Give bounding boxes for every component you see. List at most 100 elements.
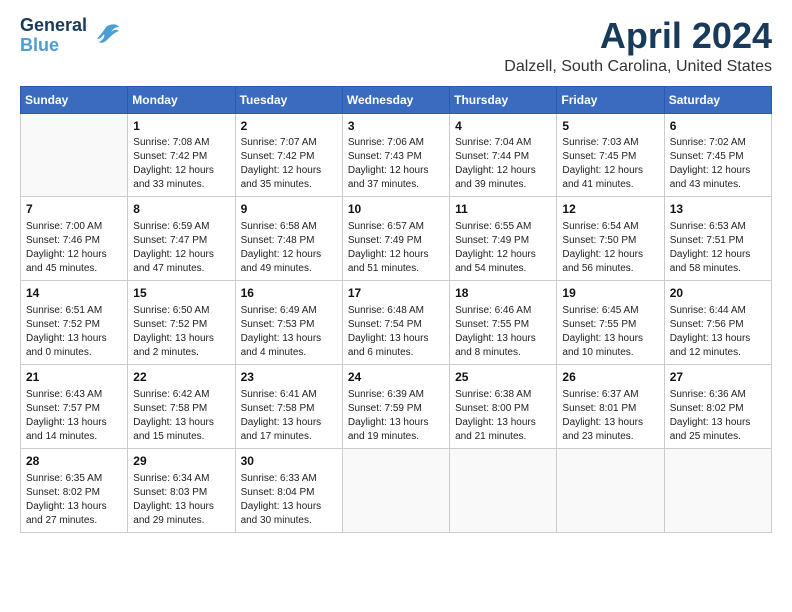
- cell-info: Sunset: 7:57 PM: [26, 402, 122, 416]
- cell-info: Sunset: 8:01 PM: [562, 402, 658, 416]
- calendar-cell: 11Sunrise: 6:55 AMSunset: 7:49 PMDayligh…: [450, 197, 557, 281]
- day-number: 30: [241, 453, 337, 470]
- cell-info: Sunset: 7:49 PM: [348, 234, 444, 248]
- header-col-thursday: Thursday: [450, 86, 557, 113]
- cell-info: Daylight: 13 hours: [562, 332, 658, 346]
- day-number: 7: [26, 201, 122, 218]
- cell-info: Daylight: 13 hours: [133, 500, 229, 514]
- cell-info: Sunset: 7:42 PM: [241, 150, 337, 164]
- calendar-header: SundayMondayTuesdayWednesdayThursdayFrid…: [21, 86, 772, 113]
- calendar-week-2: 14Sunrise: 6:51 AMSunset: 7:52 PMDayligh…: [21, 281, 772, 365]
- cell-info: and 43 minutes.: [670, 178, 766, 192]
- day-number: 24: [348, 369, 444, 386]
- cell-info: and 0 minutes.: [26, 346, 122, 360]
- cell-info: Sunrise: 6:34 AM: [133, 472, 229, 486]
- cell-info: Sunset: 7:52 PM: [133, 318, 229, 332]
- cell-info: and 33 minutes.: [133, 178, 229, 192]
- cell-info: Sunrise: 6:54 AM: [562, 220, 658, 234]
- logo: General Blue: [20, 16, 121, 56]
- calendar-week-3: 21Sunrise: 6:43 AMSunset: 7:57 PMDayligh…: [21, 364, 772, 448]
- cell-info: Daylight: 12 hours: [670, 248, 766, 262]
- header: General Blue April 2024 Dalzell, South C…: [20, 16, 772, 76]
- day-number: 4: [455, 118, 551, 135]
- cell-info: and 21 minutes.: [455, 430, 551, 444]
- cell-info: Sunrise: 6:46 AM: [455, 304, 551, 318]
- calendar-cell: 8Sunrise: 6:59 AMSunset: 7:47 PMDaylight…: [128, 197, 235, 281]
- cell-info: Sunrise: 7:06 AM: [348, 136, 444, 150]
- calendar-cell: 16Sunrise: 6:49 AMSunset: 7:53 PMDayligh…: [235, 281, 342, 365]
- cell-info: Daylight: 12 hours: [562, 248, 658, 262]
- calendar-cell: 10Sunrise: 6:57 AMSunset: 7:49 PMDayligh…: [342, 197, 449, 281]
- calendar-cell: 26Sunrise: 6:37 AMSunset: 8:01 PMDayligh…: [557, 364, 664, 448]
- calendar-week-0: 1Sunrise: 7:08 AMSunset: 7:42 PMDaylight…: [21, 113, 772, 197]
- location-subtitle: Dalzell, South Carolina, United States: [504, 58, 772, 76]
- calendar-cell: 7Sunrise: 7:00 AMSunset: 7:46 PMDaylight…: [21, 197, 128, 281]
- cell-info: Sunset: 8:03 PM: [133, 486, 229, 500]
- day-number: 8: [133, 201, 229, 218]
- cell-info: Sunset: 7:45 PM: [562, 150, 658, 164]
- cell-info: Sunrise: 7:02 AM: [670, 136, 766, 150]
- cell-info: and 58 minutes.: [670, 262, 766, 276]
- day-number: 18: [455, 285, 551, 302]
- cell-info: Sunrise: 6:44 AM: [670, 304, 766, 318]
- day-number: 19: [562, 285, 658, 302]
- cell-info: Sunset: 7:55 PM: [562, 318, 658, 332]
- cell-info: Sunset: 7:53 PM: [241, 318, 337, 332]
- calendar-cell: 17Sunrise: 6:48 AMSunset: 7:54 PMDayligh…: [342, 281, 449, 365]
- cell-info: and 27 minutes.: [26, 514, 122, 528]
- cell-info: Daylight: 13 hours: [670, 332, 766, 346]
- cell-info: Daylight: 13 hours: [348, 332, 444, 346]
- day-number: 10: [348, 201, 444, 218]
- day-number: 17: [348, 285, 444, 302]
- calendar-cell: 1Sunrise: 7:08 AMSunset: 7:42 PMDaylight…: [128, 113, 235, 197]
- cell-info: Daylight: 12 hours: [26, 248, 122, 262]
- cell-info: Daylight: 13 hours: [26, 416, 122, 430]
- cell-info: Sunrise: 6:48 AM: [348, 304, 444, 318]
- cell-info: Sunrise: 7:04 AM: [455, 136, 551, 150]
- calendar-cell: [21, 113, 128, 197]
- calendar-week-1: 7Sunrise: 7:00 AMSunset: 7:46 PMDaylight…: [21, 197, 772, 281]
- calendar-cell: [664, 448, 771, 532]
- calendar-cell: 15Sunrise: 6:50 AMSunset: 7:52 PMDayligh…: [128, 281, 235, 365]
- cell-info: Daylight: 12 hours: [348, 164, 444, 178]
- cell-info: Sunrise: 6:55 AM: [455, 220, 551, 234]
- calendar-cell: [450, 448, 557, 532]
- cell-info: Sunrise: 6:39 AM: [348, 388, 444, 402]
- cell-info: and 41 minutes.: [562, 178, 658, 192]
- cell-info: Daylight: 12 hours: [133, 248, 229, 262]
- cell-info: and 14 minutes.: [26, 430, 122, 444]
- cell-info: Daylight: 13 hours: [26, 500, 122, 514]
- cell-info: Sunset: 7:44 PM: [455, 150, 551, 164]
- calendar-cell: 21Sunrise: 6:43 AMSunset: 7:57 PMDayligh…: [21, 364, 128, 448]
- header-col-wednesday: Wednesday: [342, 86, 449, 113]
- day-number: 23: [241, 369, 337, 386]
- cell-info: Daylight: 13 hours: [133, 416, 229, 430]
- calendar-cell: 20Sunrise: 6:44 AMSunset: 7:56 PMDayligh…: [664, 281, 771, 365]
- day-number: 29: [133, 453, 229, 470]
- header-col-tuesday: Tuesday: [235, 86, 342, 113]
- cell-info: Daylight: 12 hours: [241, 164, 337, 178]
- cell-info: and 25 minutes.: [670, 430, 766, 444]
- cell-info: and 37 minutes.: [348, 178, 444, 192]
- calendar-cell: 9Sunrise: 6:58 AMSunset: 7:48 PMDaylight…: [235, 197, 342, 281]
- header-col-saturday: Saturday: [664, 86, 771, 113]
- cell-info: Daylight: 13 hours: [241, 416, 337, 430]
- day-number: 25: [455, 369, 551, 386]
- cell-info: Sunset: 7:46 PM: [26, 234, 122, 248]
- calendar-cell: 6Sunrise: 7:02 AMSunset: 7:45 PMDaylight…: [664, 113, 771, 197]
- month-title: April 2024: [504, 16, 772, 56]
- header-col-monday: Monday: [128, 86, 235, 113]
- cell-info: Daylight: 13 hours: [670, 416, 766, 430]
- cell-info: and 51 minutes.: [348, 262, 444, 276]
- cell-info: Sunrise: 6:57 AM: [348, 220, 444, 234]
- day-number: 15: [133, 285, 229, 302]
- calendar-cell: 14Sunrise: 6:51 AMSunset: 7:52 PMDayligh…: [21, 281, 128, 365]
- cell-info: Sunrise: 6:45 AM: [562, 304, 658, 318]
- calendar-cell: 25Sunrise: 6:38 AMSunset: 8:00 PMDayligh…: [450, 364, 557, 448]
- cell-info: and 4 minutes.: [241, 346, 337, 360]
- cell-info: Daylight: 13 hours: [241, 500, 337, 514]
- header-col-sunday: Sunday: [21, 86, 128, 113]
- cell-info: Daylight: 13 hours: [455, 416, 551, 430]
- cell-info: Daylight: 13 hours: [455, 332, 551, 346]
- calendar-table: SundayMondayTuesdayWednesdayThursdayFrid…: [20, 86, 772, 533]
